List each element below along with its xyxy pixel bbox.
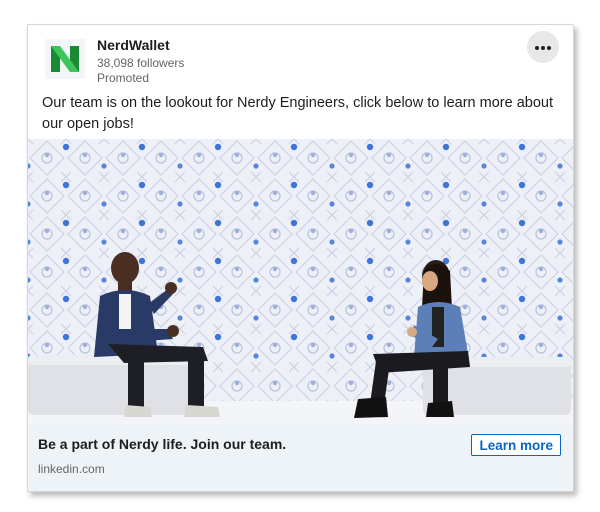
more-options-button[interactable] xyxy=(527,31,559,63)
cta-footer[interactable]: Be a part of Nerdy life. Join our team. … xyxy=(28,424,573,491)
company-logo[interactable] xyxy=(45,39,85,79)
post-header: NerdWallet 38,098 followers Promoted xyxy=(28,25,573,87)
nerdwallet-logo-icon xyxy=(51,46,79,72)
promoted-label: Promoted xyxy=(97,71,150,85)
cta-domain: linkedin.com xyxy=(38,462,105,476)
company-name[interactable]: NerdWallet xyxy=(97,37,170,53)
more-options-icon xyxy=(547,46,551,50)
learn-more-button[interactable]: Learn more xyxy=(471,434,561,456)
cta-headline[interactable]: Be a part of Nerdy life. Join our team. xyxy=(38,436,286,452)
more-options-icon xyxy=(541,46,545,50)
follower-count: 38,098 followers xyxy=(97,56,185,70)
promo-photo[interactable] xyxy=(28,139,573,424)
post-text: Our team is on the lookout for Nerdy Eng… xyxy=(42,95,553,132)
sponsored-post-card: NerdWallet 38,098 followers Promoted Our… xyxy=(27,24,574,492)
promo-photo-icon xyxy=(28,139,573,424)
more-options-icon xyxy=(535,46,539,50)
